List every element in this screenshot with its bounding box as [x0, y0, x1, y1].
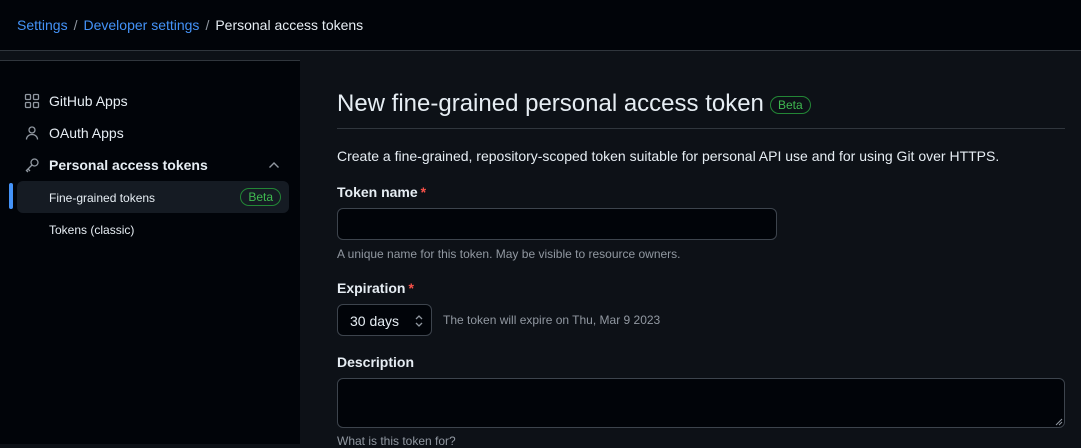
token-name-input[interactable]	[337, 208, 777, 240]
main-content: New fine-grained personal access token B…	[337, 0, 1065, 448]
description-label: Description	[337, 354, 415, 370]
active-indicator	[9, 183, 13, 209]
resize-grip-icon[interactable]	[1055, 418, 1063, 426]
description-textarea[interactable]	[337, 378, 1065, 428]
select-caret-icon	[415, 315, 423, 327]
breadcrumb-separator: /	[73, 17, 78, 33]
sidebar-subitem-tokens-classic[interactable]: Tokens (classic)	[17, 213, 289, 245]
expiration-select[interactable]: 30 days	[337, 304, 432, 336]
breadcrumb: Settings / Developer settings / Personal acc…	[17, 17, 363, 33]
sidebar-item-label: GitHub Apps	[49, 93, 128, 109]
sidebar-item-label: Personal access tokens	[49, 157, 208, 173]
breadcrumb-separator: /	[205, 17, 210, 33]
title-beta-badge: Beta	[770, 96, 811, 114]
page-title: New fine-grained personal access token	[337, 90, 764, 117]
sidebar: GitHub Apps OAuth Apps Personal access t…	[0, 60, 300, 444]
beta-badge: Beta	[240, 188, 281, 206]
expiration-label-text: Expiration	[337, 280, 406, 296]
required-mark: *	[408, 280, 414, 296]
sidebar-item-label: OAuth Apps	[49, 125, 124, 141]
title-divider	[337, 128, 1065, 129]
apps-grid-icon	[24, 93, 40, 109]
expiration-label: Expiration *	[337, 280, 414, 296]
sidebar-subitem-label: Fine-grained tokens	[49, 191, 156, 205]
sidebar-subitem-label: Tokens (classic)	[49, 223, 135, 237]
token-name-hint: A unique name for this token. May be vis…	[337, 247, 681, 261]
sidebar-item-github-apps[interactable]: GitHub Apps	[17, 86, 289, 116]
sidebar-subitem-fine-grained-tokens[interactable]: Fine-grained tokens Beta	[17, 181, 289, 213]
breadcrumb-developer-settings-link[interactable]: Developer settings	[83, 17, 199, 33]
breadcrumb-settings-link[interactable]: Settings	[17, 17, 68, 33]
page-description: Create a fine-grained, repository-scoped…	[337, 148, 1000, 164]
token-name-label: Token name *	[337, 184, 426, 200]
description-hint: What is this token for?	[337, 434, 456, 448]
person-icon	[25, 126, 39, 140]
key-icon	[25, 158, 39, 173]
required-mark: *	[420, 184, 427, 200]
token-name-label-text: Token name	[337, 184, 418, 200]
chevron-up-icon[interactable]	[267, 158, 281, 172]
expiration-selected-value: 30 days	[350, 313, 400, 329]
expiration-note: The token will expire on Thu, Mar 9 2023	[443, 313, 661, 327]
sidebar-item-personal-access-tokens[interactable]: Personal access tokens	[17, 150, 289, 180]
sidebar-item-oauth-apps[interactable]: OAuth Apps	[17, 118, 289, 148]
